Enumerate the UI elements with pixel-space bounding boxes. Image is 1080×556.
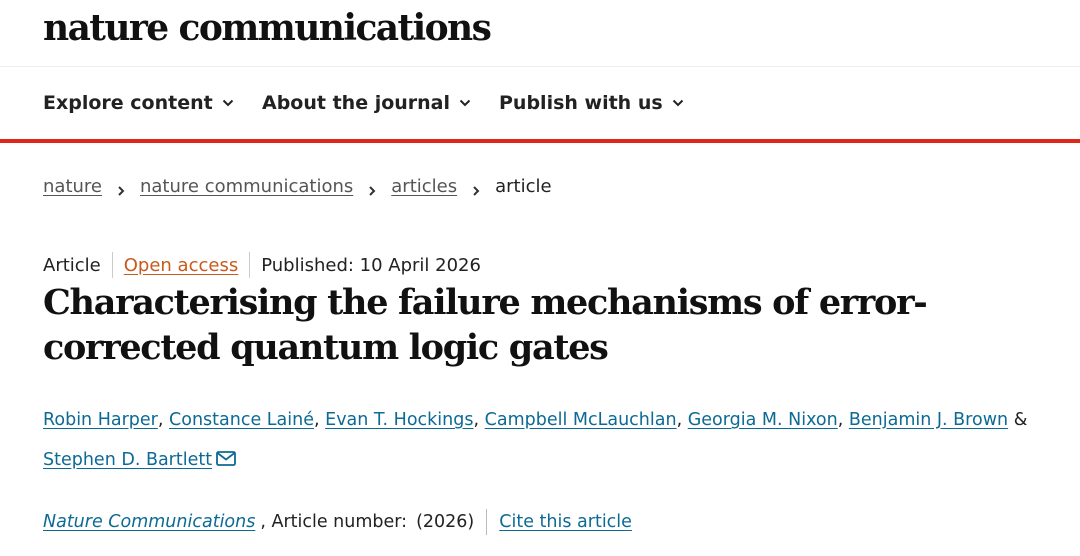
article-page: nature communications Explore content Ab… bbox=[0, 0, 1080, 556]
author-conjunction: & bbox=[1013, 410, 1028, 430]
envelope-icon[interactable] bbox=[216, 451, 237, 466]
journal-logo[interactable]: nature communications bbox=[43, 6, 492, 50]
breadcrumb-link-articles[interactable]: articles bbox=[391, 176, 457, 197]
author-link[interactable]: Constance Lainé bbox=[169, 410, 314, 430]
chevron-right-icon bbox=[367, 181, 377, 196]
breadcrumb-link-nature-communications[interactable]: nature communications bbox=[140, 176, 353, 197]
breadcrumb-link-nature[interactable]: nature bbox=[43, 176, 102, 197]
article-title: Characterising the failure mechanisms of… bbox=[43, 282, 928, 368]
meta-divider bbox=[249, 252, 251, 278]
author-list: Robin Harper, Constance Lainé, Evan T. H… bbox=[43, 400, 1053, 480]
author-separator: , bbox=[157, 410, 164, 430]
cite-this-article-link[interactable]: Cite this article bbox=[499, 512, 632, 532]
citation-divider bbox=[486, 509, 488, 535]
journal-link[interactable]: Nature Communications bbox=[43, 512, 255, 532]
author-link[interactable]: Robin Harper bbox=[43, 410, 158, 430]
open-access-link[interactable]: Open access bbox=[124, 255, 238, 276]
article-meta: Article Open access Published: 10 April … bbox=[43, 252, 481, 278]
meta-divider bbox=[111, 252, 113, 278]
chevron-right-icon bbox=[471, 181, 481, 196]
breadcrumb-current: article bbox=[495, 176, 552, 197]
site-header: nature communications bbox=[0, 0, 1080, 67]
nav-item-label: Publish with us bbox=[499, 92, 663, 114]
nav-item-label: Explore content bbox=[43, 92, 213, 114]
author-separator: , bbox=[837, 410, 844, 430]
nav-publish-with-us[interactable]: Publish with us bbox=[499, 92, 684, 114]
chevron-right-icon bbox=[116, 181, 126, 196]
breadcrumb: nature nature communications articles ar… bbox=[43, 176, 552, 197]
article-number-label: , Article number: bbox=[260, 512, 408, 532]
chevron-down-icon bbox=[459, 97, 471, 109]
chevron-down-icon bbox=[672, 97, 684, 109]
nav-item-label: About the journal bbox=[262, 92, 451, 114]
author-separator: , bbox=[676, 410, 683, 430]
main-nav: Explore content About the journal Publis… bbox=[0, 67, 1080, 143]
author-link[interactable]: Benjamin J. Brown bbox=[849, 410, 1008, 430]
article-type: Article bbox=[43, 254, 101, 276]
author-separator: , bbox=[473, 410, 480, 430]
chevron-down-icon bbox=[222, 97, 234, 109]
author-separator: , bbox=[313, 410, 320, 430]
author-link[interactable]: Georgia M. Nixon bbox=[688, 410, 838, 430]
author-link[interactable]: Stephen D. Bartlett bbox=[43, 450, 212, 470]
citation-year: (2026) bbox=[416, 512, 475, 532]
published-date: Published: 10 April 2026 bbox=[261, 254, 481, 276]
nav-about-the-journal[interactable]: About the journal bbox=[262, 92, 471, 114]
author-link[interactable]: Campbell McLauchlan bbox=[485, 410, 677, 430]
author-link[interactable]: Evan T. Hockings bbox=[325, 410, 473, 430]
nav-explore-content[interactable]: Explore content bbox=[43, 92, 234, 114]
citation-line: Nature Communications , Article number: … bbox=[43, 509, 632, 535]
